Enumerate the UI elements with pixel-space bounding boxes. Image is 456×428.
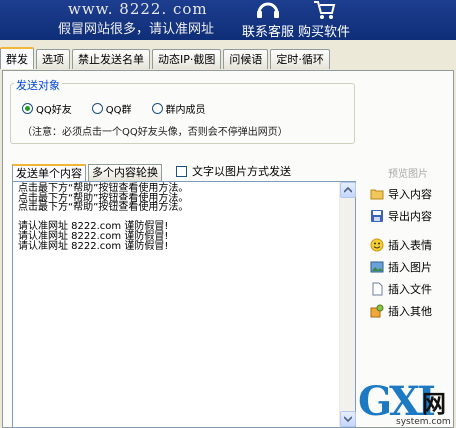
buy-label: 购买软件	[297, 25, 350, 40]
tab-options[interactable]: 选项	[36, 49, 70, 69]
folder-open-icon	[370, 189, 384, 200]
send-target-title: 发送对象	[14, 77, 62, 93]
insert-other-button[interactable]: 插入其他	[370, 303, 432, 319]
tab-mass-send[interactable]: 群发	[0, 47, 34, 69]
buy-software-button[interactable]: 购买软件	[292, 0, 356, 40]
smiley-icon	[370, 238, 384, 252]
export-label: 导出内容	[388, 210, 432, 223]
headset-icon	[236, 0, 300, 20]
tab-multi-content[interactable]: 多个内容轮换	[88, 164, 162, 181]
document-icon	[372, 282, 383, 296]
tab-schedule[interactable]: 定时·循环	[270, 49, 330, 69]
vertical-scrollbar[interactable]	[339, 182, 356, 427]
file-label: 插入文件	[388, 283, 432, 296]
radio-label: QQ好友	[36, 105, 72, 116]
image-mode-checkbox[interactable]: 文字以图片方式发送	[176, 163, 291, 179]
send-target-options: QQ好友 QQ群 群内成员	[22, 101, 226, 116]
contact-label: 联系客服	[241, 25, 294, 40]
site-url: www. 8222. com	[68, 0, 208, 18]
watermark-char: 网	[422, 390, 446, 418]
radio-dot	[91, 103, 103, 114]
import-content-button[interactable]: 导入内容	[370, 186, 432, 202]
insert-image-button[interactable]: 插入图片	[370, 259, 432, 275]
radio-dot	[151, 103, 163, 114]
checkbox-box	[176, 165, 187, 177]
import-label: 导入内容	[388, 188, 432, 201]
header-banner: www. 8222. com 假冒网站很多，请认准网址 联系客服 购买软件	[0, 0, 456, 40]
puzzle-icon	[370, 304, 384, 318]
tab-greeting[interactable]: 问候语	[223, 49, 269, 69]
radio-label: 群内成员	[165, 105, 206, 116]
chevron-down-icon	[344, 416, 352, 422]
image-mode-label: 文字以图片方式发送	[192, 165, 291, 178]
other-label: 插入其他	[388, 305, 432, 318]
radio-qq-group[interactable]: QQ群	[91, 101, 132, 116]
contact-support-button[interactable]: 联系客服	[236, 0, 300, 40]
insert-emoji-button[interactable]: 插入表情	[370, 237, 432, 253]
picture-icon	[370, 261, 384, 273]
preview-image-button[interactable]: 预览图片	[388, 165, 428, 180]
scroll-down-button[interactable]	[340, 411, 356, 427]
tab-single-content[interactable]: 发送单个内容	[12, 164, 86, 181]
radio-qq-friend[interactable]: QQ好友	[22, 101, 72, 116]
radio-label: QQ群	[105, 105, 132, 116]
save-disk-icon	[371, 210, 383, 222]
watermark-logo: GXI 网 system.com	[356, 378, 456, 428]
watermark-url: system.com	[396, 417, 451, 427]
export-content-button[interactable]: 导出内容	[370, 208, 432, 224]
chevron-up-icon	[344, 187, 352, 193]
send-target-note: （注意：必须点击一个QQ好友头像，否则会不停弹出网页）	[22, 127, 288, 138]
tab-blocklist[interactable]: 禁止发送名单	[72, 49, 150, 69]
cart-icon	[292, 0, 356, 20]
message-editor[interactable]: 点击最下方“帮助”按钮查看使用方法。 点击最下方“帮助”按钮查看使用方法。 点击…	[12, 181, 356, 428]
slogan: 假冒网站很多，请认准网址	[58, 22, 215, 37]
radio-dot-selected	[22, 103, 33, 114]
insert-file-button[interactable]: 插入文件	[370, 281, 432, 297]
scroll-up-button[interactable]	[340, 182, 356, 198]
message-text[interactable]: 点击最下方“帮助”按钮查看使用方法。 点击最下方“帮助”按钮查看使用方法。 点击…	[18, 183, 188, 251]
emoji-label: 插入表情	[388, 239, 432, 252]
radio-group-members[interactable]: 群内成员	[151, 101, 206, 116]
tab-dynamic-ip[interactable]: 动态IP·截图	[152, 49, 222, 69]
image-label: 插入图片	[388, 261, 432, 274]
main-tabs: 群发 选项 禁止发送名单 动态IP·截图 问候语 定时·循环	[0, 47, 332, 70]
content-tabs: 发送单个内容 多个内容轮换	[12, 164, 164, 181]
